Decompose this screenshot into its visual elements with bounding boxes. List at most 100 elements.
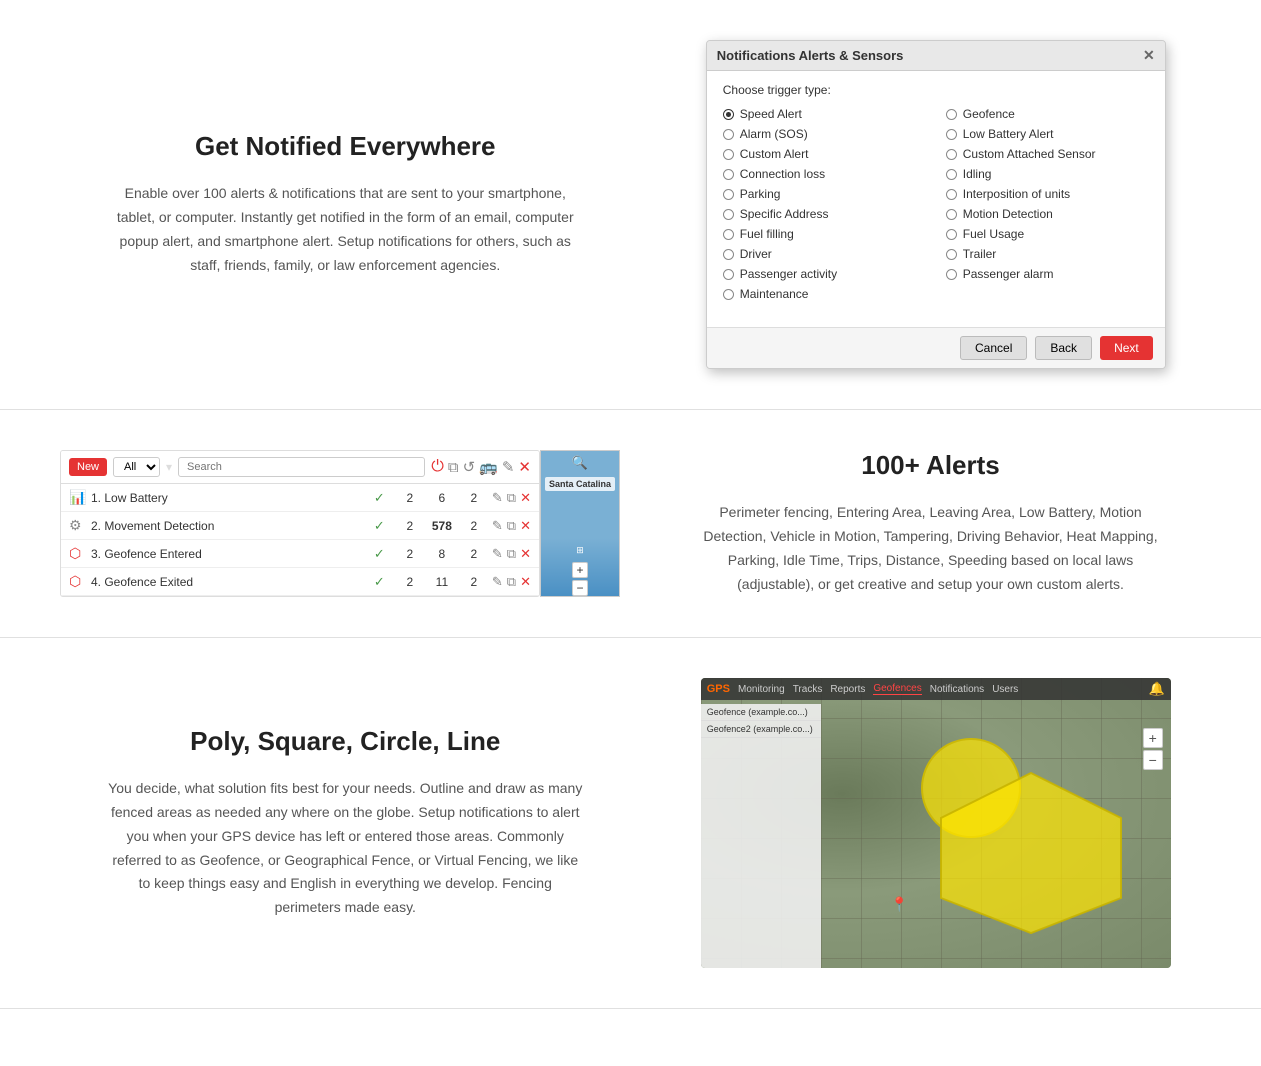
delete-action-icon[interactable]: ✕: [520, 546, 531, 562]
dialog-close-button[interactable]: ✕: [1143, 47, 1155, 64]
alert-icon-sensor: ⚙: [69, 517, 87, 534]
refresh-icon[interactable]: ↺: [463, 458, 476, 476]
radio-custom-attached[interactable]: [946, 149, 957, 160]
alert-actions-geofence-exited: ✎ ⧉ ✕: [492, 574, 531, 590]
delete-action-icon[interactable]: ✕: [520, 518, 531, 534]
alert-row-geofence-exited[interactable]: ⬡ 4. Geofence Exited ✓ 2 11 2 ✎ ⧉ ✕: [61, 568, 539, 596]
geo-reports[interactable]: Reports: [830, 684, 865, 695]
edit-icon[interactable]: ✎: [502, 458, 515, 476]
map-zoom-in[interactable]: +: [1143, 728, 1163, 748]
dialog-footer: Cancel Back Next: [707, 327, 1165, 368]
radio-connection-loss[interactable]: [723, 169, 734, 180]
radio-interposition[interactable]: [946, 189, 957, 200]
trigger-specific-address[interactable]: Specific Address: [723, 207, 926, 221]
power-icon[interactable]: ⏻: [431, 458, 444, 476]
radio-idling[interactable]: [946, 169, 957, 180]
trigger-fuel-filling[interactable]: Fuel filling: [723, 227, 926, 241]
radio-passenger-activity[interactable]: [723, 269, 734, 280]
trigger-trailer[interactable]: Trailer: [946, 247, 1149, 261]
section-notifications: Get Notified Everywhere Enable over 100 …: [0, 0, 1261, 410]
trigger-speed-alert[interactable]: Speed Alert: [723, 107, 926, 121]
trigger-custom-attached-label: Custom Attached Sensor: [963, 147, 1096, 161]
radio-trailer[interactable]: [946, 249, 957, 260]
copy-icon[interactable]: ⧉: [448, 459, 459, 476]
radio-alarm-sos[interactable]: [723, 129, 734, 140]
geo-users[interactable]: Users: [992, 684, 1018, 695]
geo-geofences[interactable]: Geofences: [873, 683, 921, 695]
radio-parking[interactable]: [723, 189, 734, 200]
alert-count1-geofence-entered: 2: [396, 547, 424, 561]
alert-count3-geofence-entered: 2: [460, 547, 488, 561]
copy-action-icon[interactable]: ⧉: [507, 574, 516, 590]
edit-action-icon[interactable]: ✎: [492, 518, 503, 534]
geo-tracks[interactable]: Tracks: [793, 684, 823, 695]
map-thumbnail: 🔍 Santa Catalina ⊞ + −: [540, 450, 620, 597]
geo-hexagon-shape: [931, 763, 1131, 948]
geo-notifications[interactable]: Notifications: [930, 684, 984, 695]
geo-sidebar-item-1[interactable]: Geofence (example.co...): [701, 704, 821, 721]
map-layers-icon[interactable]: ⊞: [576, 545, 584, 556]
trigger-custom-alert[interactable]: Custom Alert: [723, 147, 926, 161]
section-alerts: 100+ Alerts Perimeter fencing, Entering …: [0, 410, 1261, 638]
delete-action-icon[interactable]: ✕: [520, 574, 531, 590]
copy-action-icon[interactable]: ⧉: [507, 546, 516, 562]
radio-driver[interactable]: [723, 249, 734, 260]
geo-sidebar-item-2[interactable]: Geofence2 (example.co...): [701, 721, 821, 738]
radio-speed-alert[interactable]: [723, 109, 734, 120]
trigger-maintenance[interactable]: Maintenance: [723, 287, 926, 301]
copy-action-icon[interactable]: ⧉: [507, 518, 516, 534]
trigger-custom-alert-label: Custom Alert: [740, 147, 809, 161]
alert-active-geofence-exited: ✓: [374, 574, 392, 590]
edit-action-icon[interactable]: ✎: [492, 490, 503, 506]
copy-action-icon[interactable]: ⧉: [507, 490, 516, 506]
filter-select[interactable]: All: [113, 457, 160, 477]
radio-low-battery[interactable]: [946, 129, 957, 140]
close-icon[interactable]: ✕: [518, 458, 531, 476]
radio-specific-address[interactable]: [723, 209, 734, 220]
next-button[interactable]: Next: [1100, 336, 1153, 360]
radio-passenger-alarm[interactable]: [946, 269, 957, 280]
radio-maintenance[interactable]: [723, 289, 734, 300]
cancel-button[interactable]: Cancel: [960, 336, 1027, 360]
trigger-custom-attached[interactable]: Custom Attached Sensor: [946, 147, 1149, 161]
map-search-icon[interactable]: 🔍: [572, 455, 588, 471]
map-zoom-out[interactable]: −: [1143, 750, 1163, 770]
geo-monitoring[interactable]: Monitoring: [738, 684, 785, 695]
search-input[interactable]: [178, 457, 425, 477]
trigger-interposition[interactable]: Interposition of units: [946, 187, 1149, 201]
trigger-motion-detection[interactable]: Motion Detection: [946, 207, 1149, 221]
radio-geofence[interactable]: [946, 109, 957, 120]
new-alert-button[interactable]: New: [69, 458, 107, 476]
map-zoom-minus[interactable]: −: [572, 580, 588, 596]
trigger-idling[interactable]: Idling: [946, 167, 1149, 181]
notifications-title: Get Notified Everywhere: [80, 131, 611, 162]
alert-active-low-battery: ✓: [374, 490, 392, 506]
back-button[interactable]: Back: [1035, 336, 1092, 360]
trigger-passenger-activity[interactable]: Passenger activity: [723, 267, 926, 281]
radio-motion-detection[interactable]: [946, 209, 957, 220]
delete-action-icon[interactable]: ✕: [520, 490, 531, 506]
alert-row-low-battery[interactable]: 📊 1. Low Battery ✓ 2 6 2 ✎ ⧉ ✕: [61, 484, 539, 512]
trigger-passenger-alarm[interactable]: Passenger alarm: [946, 267, 1149, 281]
geo-marker: 📍: [891, 896, 908, 913]
map-location-label: Santa Catalina: [545, 477, 615, 491]
radio-fuel-usage[interactable]: [946, 229, 957, 240]
edit-action-icon[interactable]: ✎: [492, 546, 503, 562]
trigger-fuel-usage[interactable]: Fuel Usage: [946, 227, 1149, 241]
map-zoom-plus[interactable]: +: [572, 562, 588, 578]
radio-fuel-filling[interactable]: [723, 229, 734, 240]
geo-notification-icon[interactable]: 🔔: [1149, 681, 1165, 697]
bus-icon[interactable]: 🚌: [479, 458, 498, 476]
trigger-parking[interactable]: Parking: [723, 187, 926, 201]
trigger-connection-loss[interactable]: Connection loss: [723, 167, 926, 181]
alert-row-geofence-entered[interactable]: ⬡ 3. Geofence Entered ✓ 2 8 2 ✎ ⧉ ✕: [61, 540, 539, 568]
trigger-geofence[interactable]: Geofence: [946, 107, 1149, 121]
radio-custom-alert[interactable]: [723, 149, 734, 160]
trigger-driver[interactable]: Driver: [723, 247, 926, 261]
alert-row-movement[interactable]: ⚙ 2. Movement Detection ✓ 2 578 2 ✎ ⧉ ✕: [61, 512, 539, 540]
toolbar-icons: ⏻ ⧉ ↺ 🚌 ✎ ✕: [431, 458, 531, 476]
edit-action-icon[interactable]: ✎: [492, 574, 503, 590]
alerts-toolbar: New All ▾ ⏻ ⧉ ↺ 🚌 ✎ ✕: [61, 451, 539, 484]
trigger-low-battery[interactable]: Low Battery Alert: [946, 127, 1149, 141]
trigger-alarm-sos[interactable]: Alarm (SOS): [723, 127, 926, 141]
